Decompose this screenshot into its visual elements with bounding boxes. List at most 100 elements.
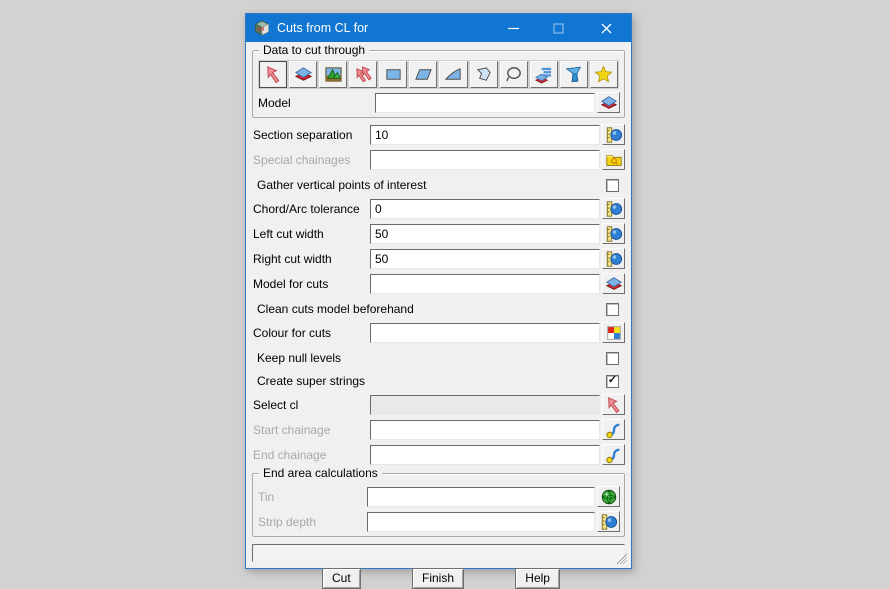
many-models-icon <box>535 67 552 84</box>
field-row-special-chainages: Special chainages <box>252 149 625 170</box>
toolbar-multi-pick-button[interactable] <box>348 60 379 89</box>
toolbar-model-button[interactable] <box>288 60 319 89</box>
create-super-strings-label: Create super strings <box>257 374 366 388</box>
pick-arrow-icon <box>607 396 619 413</box>
chord-arc-tolerance-input[interactable] <box>370 198 600 219</box>
toolbar-favourites-button[interactable] <box>588 60 619 89</box>
field-row-section-separation: Section separation <box>252 124 625 145</box>
model-input[interactable] <box>375 92 595 113</box>
strip-depth-input[interactable] <box>367 511 595 532</box>
left-cut-width-choice-button[interactable] <box>602 223 625 244</box>
toolbar-rectangle-button[interactable] <box>378 60 409 89</box>
cuts-from-cl-dialog: Cuts from CL for Data to cut through Mod… <box>245 13 632 589</box>
start-chainage-pick-button[interactable] <box>602 419 625 440</box>
strip-depth-label: Strip depth <box>258 514 317 529</box>
finish-button[interactable]: Finish <box>411 568 464 589</box>
parallelogram-select-icon <box>415 69 432 80</box>
ruler-ball-icon <box>606 200 622 217</box>
chord-arc-tolerance-label: Chord/Arc tolerance <box>253 201 360 216</box>
model-choice-button[interactable] <box>597 92 620 113</box>
start-chainage-input[interactable] <box>370 419 600 440</box>
chord-arc-tolerance-choice-button[interactable] <box>602 198 625 219</box>
gather-vpi-label: Gather vertical points of interest <box>257 178 427 192</box>
colour-for-cuts-label: Colour for cuts <box>253 325 332 340</box>
checkbox-row-gather-vpi: Gather vertical points of interest <box>252 178 625 192</box>
select-cl-input[interactable] <box>370 394 600 415</box>
toolbar-wedge-button[interactable] <box>438 60 469 89</box>
gather-vpi-checkbox[interactable] <box>606 178 619 192</box>
model-for-cuts-choice-button[interactable] <box>602 273 625 294</box>
field-row-tin: Tin <box>257 486 620 507</box>
cone-pointer-icon <box>566 66 581 83</box>
cut-button[interactable]: Cut <box>322 568 361 589</box>
ruler-ball-icon <box>606 250 622 267</box>
maximize-button[interactable] <box>536 14 581 42</box>
model-layers-icon <box>605 276 622 290</box>
special-chainages-input[interactable] <box>370 149 600 170</box>
select-cl-label: Select cl <box>253 397 299 412</box>
section-separation-label: Section separation <box>253 127 353 142</box>
model-layers-icon <box>295 67 312 81</box>
ruler-ball-icon <box>606 225 622 242</box>
field-row-start-chainage: Start chainage <box>252 419 625 440</box>
tin-input[interactable] <box>367 486 595 507</box>
end-chainage-pick-button[interactable] <box>602 444 625 465</box>
left-cut-width-input[interactable] <box>370 223 600 244</box>
checkbox-row-keep-null-levels: Keep null levels <box>252 351 625 365</box>
app-cube-icon <box>254 20 270 36</box>
ruler-ball-icon <box>606 126 622 143</box>
message-bar <box>252 544 625 562</box>
keep-null-levels-checkbox[interactable] <box>606 351 619 365</box>
toolbar-parallelogram-button[interactable] <box>408 60 439 89</box>
colour-for-cuts-input[interactable] <box>370 322 600 343</box>
model-for-cuts-input[interactable] <box>370 273 600 294</box>
model-layers-icon <box>600 95 617 109</box>
toolbar-terrain-button[interactable] <box>318 60 349 89</box>
group-label: End area calculations <box>259 466 382 480</box>
wedge-select-icon <box>445 68 461 80</box>
start-chainage-label: Start chainage <box>253 422 331 437</box>
tin-label: Tin <box>258 489 275 504</box>
colour-quad-icon <box>606 325 621 340</box>
field-row-chord-arc-tolerance: Chord/Arc tolerance <box>252 198 625 219</box>
strip-depth-choice-button[interactable] <box>597 511 620 532</box>
close-button[interactable] <box>581 14 631 42</box>
folder-search-icon <box>605 154 622 166</box>
right-cut-width-input[interactable] <box>370 248 600 269</box>
chainage-curve-icon <box>605 447 621 464</box>
toolbar-many-models-button[interactable] <box>528 60 559 89</box>
end-chainage-input[interactable] <box>370 444 600 465</box>
select-cl-pick-button[interactable] <box>602 394 625 415</box>
left-cut-width-label: Left cut width <box>253 226 324 241</box>
field-row-colour-for-cuts: Colour for cuts <box>252 322 625 343</box>
toolbar-cone-button[interactable] <box>558 60 589 89</box>
toolbar-lasso-button[interactable] <box>498 60 529 89</box>
clean-cuts-checkbox[interactable] <box>606 302 619 316</box>
end-chainage-label: End chainage <box>253 447 327 462</box>
toolbar-polygon-button[interactable] <box>468 60 499 89</box>
group-data-to-cut-through: Data to cut through Model <box>252 43 625 118</box>
toolbar-pick-button[interactable] <box>257 60 289 89</box>
section-separation-choice-button[interactable] <box>602 124 625 145</box>
special-chainages-browse-button[interactable] <box>602 149 625 170</box>
right-cut-width-choice-button[interactable] <box>602 248 625 269</box>
tin-choice-button[interactable] <box>597 486 620 507</box>
group-end-area-calculations: End area calculations Tin Strip depth <box>252 466 625 537</box>
field-row-end-chainage: End chainage <box>252 444 625 465</box>
field-row-right-cut-width: Right cut width <box>252 248 625 269</box>
field-row-strip-depth: Strip depth <box>257 511 620 532</box>
titlebar[interactable]: Cuts from CL for <box>246 14 631 42</box>
window-title: Cuts from CL for <box>277 21 369 35</box>
section-separation-input[interactable] <box>370 124 600 145</box>
resize-grip[interactable] <box>616 553 629 566</box>
terrain-image-icon <box>325 67 342 82</box>
chainage-curve-icon <box>605 422 621 439</box>
minimize-button[interactable] <box>491 14 536 42</box>
create-super-strings-checkbox[interactable] <box>606 374 619 388</box>
help-button[interactable]: Help <box>515 568 560 589</box>
pick-arrow-icon <box>266 66 279 84</box>
right-cut-width-label: Right cut width <box>253 251 332 266</box>
clean-cuts-label: Clean cuts model beforehand <box>257 302 414 316</box>
colour-for-cuts-choice-button[interactable] <box>602 322 625 343</box>
special-chainages-label: Special chainages <box>253 152 351 167</box>
